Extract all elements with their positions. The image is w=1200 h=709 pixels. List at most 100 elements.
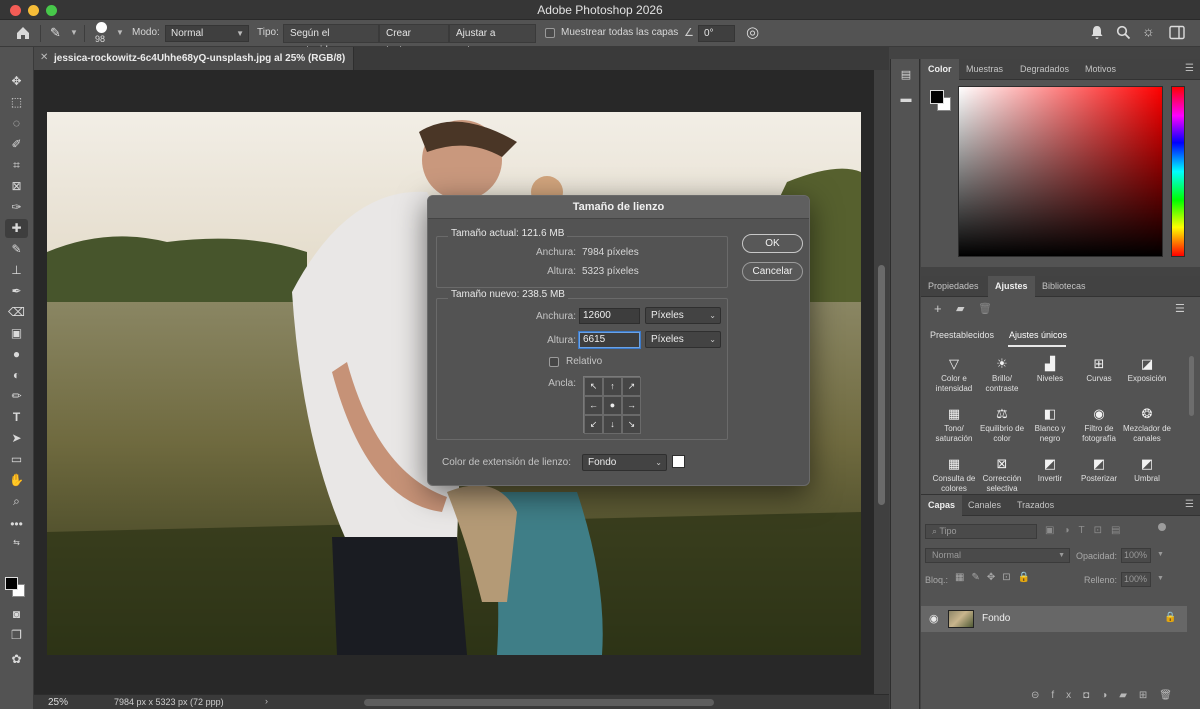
quick-mask-icon[interactable]: ◙ (5, 605, 28, 624)
subtab-presets[interactable]: Preestablecidos (930, 330, 994, 340)
add-icon[interactable]: + (934, 301, 942, 316)
blend-mode-select[interactable]: Normal ▼ (925, 548, 1070, 563)
tab-patterns[interactable]: Motivos (1078, 59, 1123, 80)
adjustment-color-balance[interactable]: ⚖ Equilibrio de color (977, 406, 1027, 444)
tab-channels[interactable]: Canales (961, 495, 1008, 516)
fill-input[interactable]: 100% (1121, 572, 1151, 587)
screen-mode-icon[interactable]: ❐ (5, 626, 28, 645)
width-input[interactable]: 12600 (579, 308, 640, 324)
history-brush-tool-icon[interactable]: ✒ (5, 282, 28, 301)
adjustment-levels[interactable]: ▟ Niveles (1025, 356, 1075, 384)
move-tool-icon[interactable]: ✥ (5, 72, 28, 91)
mode-select[interactable]: Normal ▼ (165, 25, 249, 42)
bell-icon[interactable] (1090, 25, 1104, 43)
trash-icon[interactable]: 🗑 (978, 302, 992, 315)
healing-brush-tool-icon[interactable]: ✚ (5, 219, 28, 238)
tab-color[interactable]: Color (921, 59, 959, 80)
lock-icons[interactable]: ▦✎✥⊡🔒 (955, 572, 1070, 586)
layer-row[interactable]: ◉ Fondo 🔒 (921, 606, 1187, 632)
cancel-button[interactable]: Cancelar (742, 262, 803, 281)
lasso-tool-icon[interactable]: ◌ (5, 114, 28, 133)
zoom-tool-icon[interactable]: ⌕ (5, 492, 28, 511)
quick-selection-tool-icon[interactable]: ✐ (5, 135, 28, 154)
angle-input[interactable]: 0° (698, 25, 735, 42)
document-tab[interactable]: ✕ jessica-rockowitz-6c4Uhhe68yQ-unsplash… (34, 47, 354, 70)
adjustment-channel-mixer[interactable]: ❂ Mezclador de canales (1122, 406, 1172, 444)
marquee-tool-icon[interactable]: ⬚ (5, 93, 28, 112)
adjustment-black-white[interactable]: ◧ Blanco y negro (1025, 406, 1075, 444)
anchor-grid[interactable]: ↖ ↑ ↗ ← ● → ↙ ↓ ↘ (583, 376, 641, 434)
pen-tool-icon[interactable]: ✏ (5, 387, 28, 406)
anchor-arrow-e-icon[interactable]: → (622, 396, 641, 415)
anchor-arrow-n-icon[interactable]: ↑ (603, 377, 622, 396)
filter-toggle[interactable] (1158, 523, 1166, 531)
eraser-tool-icon[interactable]: ⌫ (5, 303, 28, 322)
relative-checkbox[interactable] (549, 357, 559, 367)
subtab-single-adjustments[interactable]: Ajustes únicos (1009, 330, 1067, 340)
healing-brush-preset-icon[interactable]: ✎ (50, 25, 68, 42)
folder-icon[interactable]: ▰ (956, 302, 964, 315)
adjustment-hue-saturation[interactable]: ▦ Tono/ saturación (929, 406, 979, 444)
adjustment-color-intensity[interactable]: ▽ Color e intensidad (929, 356, 979, 394)
proximity-match-button[interactable]: Ajustar a entorno (449, 24, 536, 56)
anchor-arrow-w-icon[interactable]: ← (584, 396, 603, 415)
more-tools-icon[interactable]: ••• (5, 515, 28, 534)
height-input[interactable]: 6615 (579, 332, 640, 348)
tab-gradients[interactable]: Degradados (1013, 59, 1076, 80)
extension-color-swatch[interactable] (672, 455, 685, 468)
layers-footer-icons[interactable]: ⊝fx◘◑▰⊞🗑 (1031, 690, 1199, 706)
history-panel-icon[interactable]: ▤ (898, 67, 914, 83)
adjustment-brightness-contrast[interactable]: ☀ Brillo/ contraste (977, 356, 1027, 394)
search-icon[interactable] (1116, 25, 1131, 43)
horizontal-scroll-thumb[interactable] (364, 699, 714, 706)
zoom-level[interactable]: 25% (48, 697, 68, 708)
swap-colors-icon[interactable]: ⇆ (5, 533, 28, 552)
opacity-input[interactable]: 100% (1121, 548, 1151, 563)
chevron-right-icon[interactable]: › (265, 696, 268, 706)
close-icon[interactable]: ✕ (40, 52, 48, 63)
rectangle-tool-icon[interactable]: ▭ (5, 450, 28, 469)
layer-name[interactable]: Fondo (982, 613, 1010, 624)
adjustment-posterize[interactable]: ◩ Posterizar (1074, 456, 1124, 484)
ok-button[interactable]: OK (742, 234, 803, 253)
anchor-arrow-nw-icon[interactable]: ↖ (584, 377, 603, 396)
lightbulb-icon[interactable]: ☼ (1142, 23, 1155, 39)
eyedropper-tool-icon[interactable]: ✑ (5, 198, 28, 217)
sample-all-layers-checkbox[interactable] (545, 28, 555, 38)
chevron-down-icon[interactable]: ▼ (70, 28, 78, 37)
content-aware-button[interactable]: Según el contenido (283, 24, 379, 56)
frame-tool-icon[interactable]: ⊠ (5, 177, 28, 196)
tab-paths[interactable]: Trazados (1010, 495, 1061, 516)
width-unit-select[interactable]: Píxeles ⌄ (645, 307, 721, 324)
brush-tool-icon[interactable]: ✎ (5, 240, 28, 259)
panel-menu-icon[interactable]: ☰ (1185, 499, 1194, 510)
adjustment-selective-color[interactable]: ⊠ Corrección selectiva (977, 456, 1027, 494)
anchor-arrow-ne-icon[interactable]: ↗ (622, 377, 641, 396)
workspace-icon[interactable] (1169, 25, 1185, 43)
adjustment-exposure[interactable]: ◪ Exposición (1122, 356, 1172, 384)
adjustment-curves[interactable]: ⊞ Curvas (1074, 356, 1124, 384)
tab-properties[interactable]: Propiedades (921, 276, 986, 297)
create-texture-button[interactable]: Crear textura (379, 24, 449, 56)
comments-panel-icon[interactable]: ▬ (898, 91, 914, 107)
anchor-arrow-sw-icon[interactable]: ↙ (584, 415, 603, 434)
tab-layers[interactable]: Capas (921, 495, 963, 516)
eye-icon[interactable]: ◉ (929, 612, 939, 625)
height-unit-select[interactable]: Píxeles ⌄ (645, 331, 721, 348)
anchor-arrow-se-icon[interactable]: ↘ (622, 415, 641, 434)
foreground-color-swatch[interactable] (930, 90, 944, 104)
anchor-center-icon[interactable]: ● (603, 396, 622, 415)
hue-slider[interactable] (1171, 86, 1185, 257)
chevron-down-icon[interactable]: ▼ (1157, 551, 1164, 558)
blur-tool-icon[interactable]: ● (5, 345, 28, 364)
brush-size-picker[interactable]: 98 (92, 22, 112, 46)
chevron-down-icon[interactable]: ▼ (116, 28, 124, 37)
tab-libraries[interactable]: Bibliotecas (1035, 276, 1093, 297)
pressure-icon[interactable]: ◎ (746, 23, 759, 41)
list-view-icon[interactable]: ☰ (1175, 302, 1185, 315)
adjustment-photo-filter[interactable]: ◉ Filtro de fotografía (1074, 406, 1124, 444)
path-selection-tool-icon[interactable]: ➤ (5, 429, 28, 448)
clone-stamp-tool-icon[interactable]: ⊥ (5, 261, 28, 280)
home-icon[interactable] (14, 24, 32, 42)
adjustment-color-lookup[interactable]: ▦ Consulta de colores (929, 456, 979, 494)
